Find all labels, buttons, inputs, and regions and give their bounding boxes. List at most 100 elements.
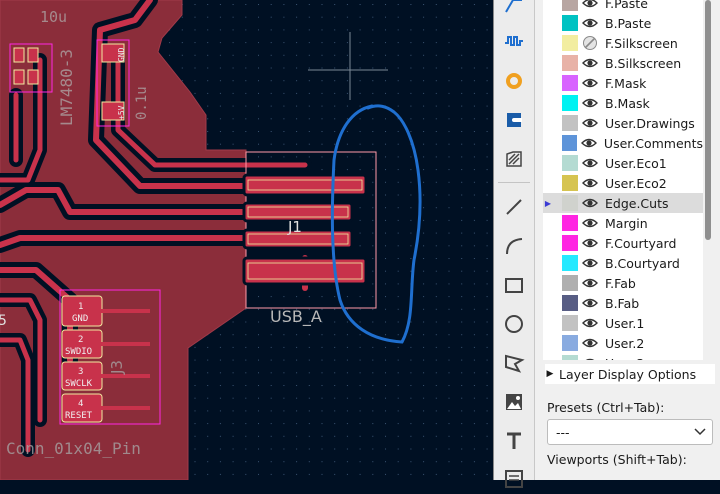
viewports-label: Viewports (Shift+Tab): [547,452,687,467]
layer-row[interactable]: B.Paste [543,13,703,33]
eye-icon[interactable] [581,274,599,292]
layer-display-options-label: Layer Display Options [559,366,697,382]
cap-net-gnd: GND [117,47,126,62]
pcb-canvas[interactable]: LM7480-3 10u +5V GND 0.1u J1 USB_A 1 GND… [0,0,493,480]
eye-icon[interactable] [581,194,599,212]
presets-select[interactable]: --- [547,419,713,445]
header-pin-1-net: GND [72,314,88,324]
layer-color-swatch[interactable] [562,355,578,360]
layer-row[interactable]: F.Mask [543,73,703,93]
layer-color-swatch[interactable] [562,75,578,91]
layers-scrollbar[interactable] [705,0,711,240]
eye-hidden-icon[interactable] [581,34,599,52]
layer-row[interactable]: F.Paste [543,0,703,13]
layer-color-swatch[interactable] [562,215,578,231]
layer-row[interactable]: User.Comments [543,133,703,153]
layer-row[interactable]: F.Silkscreen [543,33,703,53]
layer-row[interactable]: User.2 [543,333,703,353]
eye-icon[interactable] [580,134,598,152]
layer-row[interactable]: Margin [543,213,703,233]
layer-color-swatch[interactable] [562,175,578,191]
draw-polygon-tool[interactable] [499,348,529,378]
layer-color-swatch[interactable] [562,155,578,171]
add-image-icon [506,394,522,410]
right-toolbar [494,0,535,488]
layer-marker [543,93,553,113]
eye-icon[interactable] [581,294,599,312]
layer-color-swatch[interactable] [562,55,578,71]
layer-marker [543,333,553,353]
eye-icon[interactable] [581,74,599,92]
layer-color-swatch[interactable] [562,295,578,311]
layer-color-swatch[interactable] [562,335,578,351]
layer-color-swatch[interactable] [562,315,578,331]
cap-value2-label: 0.1u [134,86,150,120]
layer-row[interactable]: B.Mask [543,93,703,113]
add-filled-zone-tool[interactable] [499,144,529,174]
eye-icon[interactable] [581,254,599,272]
layer-color-swatch[interactable] [562,255,578,271]
draw-arc-tool[interactable] [499,231,529,261]
eye-icon[interactable] [581,54,599,72]
draw-rectangle-tool[interactable] [499,270,529,300]
route-diff-pair-tool[interactable] [499,27,529,57]
route-track-tool[interactable] [499,0,529,20]
edge-label: 5 [0,313,7,329]
layer-color-swatch[interactable] [562,95,578,111]
eye-icon[interactable] [581,234,599,252]
layer-color-swatch[interactable] [561,135,578,151]
eye-icon[interactable] [581,94,599,112]
layer-row[interactable]: F.Fab [543,273,703,293]
layer-color-swatch[interactable] [562,195,578,211]
layer-color-swatch[interactable] [562,235,578,251]
layer-marker [543,253,553,273]
pcb-board-svg[interactable]: LM7480-3 10u +5V GND 0.1u J1 USB_A 1 GND… [0,0,493,480]
layer-display-options-toggle[interactable]: ▶ Layer Display Options [545,364,715,384]
draw-line-tool[interactable] [499,192,529,222]
layer-marker [543,313,553,333]
eye-icon[interactable] [581,154,599,172]
layer-color-swatch[interactable] [562,0,578,11]
route-diff-pair-icon [505,36,523,46]
eye-icon[interactable] [581,0,599,12]
header-pin-1-num: 1 [78,302,83,312]
add-image-tool[interactable] [499,387,529,417]
add-text-tool[interactable] [499,426,529,456]
layer-name: User.3 [605,356,644,361]
eye-icon[interactable] [581,174,599,192]
layer-color-swatch[interactable] [562,35,578,51]
layer-color-swatch[interactable] [562,15,578,31]
add-via-icon [506,73,522,89]
eye-icon[interactable] [581,114,599,132]
layer-name: User.Eco1 [605,155,667,171]
eye-icon[interactable] [581,314,599,332]
add-via-tool[interactable] [499,66,529,96]
add-text-icon [507,432,521,449]
add-footprint-icon [507,113,522,127]
eye-icon[interactable] [581,14,599,32]
layer-row[interactable]: User.Eco2 [543,173,703,193]
layer-row[interactable]: F.Courtyard [543,233,703,253]
layer-color-swatch[interactable] [562,115,578,131]
layer-color-swatch[interactable] [562,275,578,291]
layer-marker [543,213,553,233]
draw-circle-tool[interactable] [499,309,529,339]
layer-row[interactable]: User.1 [543,313,703,333]
layer-row[interactable]: User.3 [543,353,703,360]
layer-row[interactable]: B.Fab [543,293,703,313]
add-footprint-tool[interactable] [499,105,529,135]
layer-row[interactable]: User.Drawings [543,113,703,133]
appearance-panel: F.Paste B.Paste F.Silkscreen B.Silkscreen F.… [535,0,720,480]
layer-row[interactable]: ▶ Edge.Cuts [543,193,703,213]
layer-row[interactable]: User.Eco1 [543,153,703,173]
layer-row[interactable]: B.Silkscreen [543,53,703,73]
add-textbox-tool[interactable] [499,464,529,494]
presets-label: Presets (Ctrl+Tab): [547,400,665,415]
layer-row[interactable]: B.Courtyard [543,253,703,273]
draw-line-icon [506,199,522,215]
eye-icon[interactable] [581,214,599,232]
eye-icon[interactable] [581,334,599,352]
connector-ref-label: J1 [287,218,302,236]
layer-marker [543,133,553,153]
eye-icon[interactable] [581,354,599,360]
